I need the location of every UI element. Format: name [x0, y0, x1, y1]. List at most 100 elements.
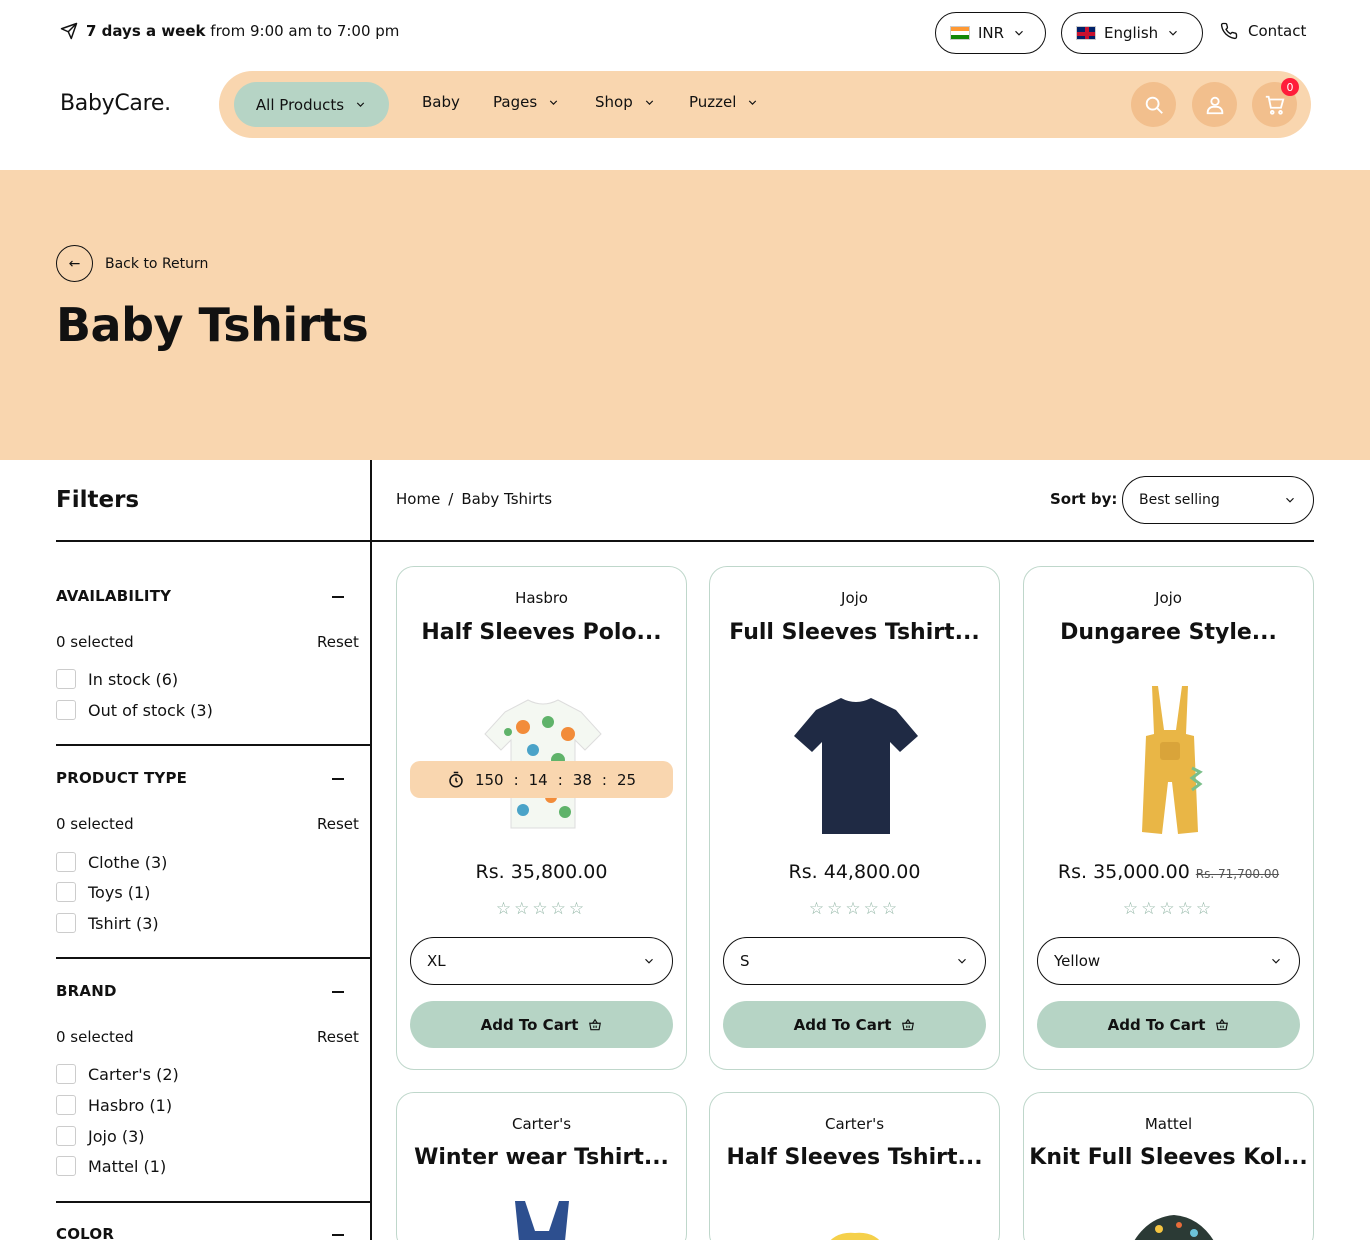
chevron-down-icon	[1169, 30, 1178, 36]
search-button[interactable]	[1131, 82, 1176, 127]
product-name[interactable]: Dungaree Style...	[1024, 620, 1313, 645]
filter-option-out-of-stock[interactable]: Out of stock (3)	[56, 700, 213, 720]
filter-option-toys[interactable]: Toys (1)	[56, 882, 150, 902]
divider	[56, 1201, 371, 1203]
variant-select[interactable]: XL	[410, 937, 673, 985]
option-label: Carter's (2)	[88, 1064, 179, 1084]
product-listing: Home / Baby Tshirts Sort by: Best sellin…	[371, 460, 1314, 1240]
collapse-icon[interactable]	[332, 778, 344, 780]
nav-item-shop[interactable]: Shop	[595, 93, 656, 111]
product-card[interactable]: Jojo Full Sleeves Tshirt... Rs. 44,800.0…	[709, 566, 1000, 1070]
option-label: Jojo (3)	[88, 1126, 145, 1146]
filter-reset-link[interactable]: Reset	[317, 815, 359, 833]
filter-option-in-stock[interactable]: In stock (6)	[56, 669, 178, 689]
divider	[56, 744, 371, 746]
product-brand: Carter's	[824, 1115, 885, 1133]
product-image-yellow-dungaree[interactable]	[1080, 672, 1260, 852]
product-card[interactable]: Carter's Half Sleeves Tshirt...	[709, 1092, 1000, 1240]
timer-sep: :	[601, 770, 607, 789]
product-card[interactable]: Jojo Dungaree Style... Rs. 35,000.00 Rs. …	[1023, 566, 1314, 1070]
product-card[interactable]: Carter's Winter wear Tshirt...	[396, 1092, 687, 1240]
checkbox[interactable]	[56, 882, 76, 902]
page-hero: ← Back to Return Baby Tshirts	[0, 170, 1370, 460]
product-image-navy-tshirt[interactable]	[766, 672, 946, 852]
sort-select[interactable]: Best selling	[1122, 476, 1314, 524]
language-selector[interactable]: English	[1061, 12, 1203, 54]
rating-stars: ☆☆☆☆☆	[1122, 899, 1215, 919]
product-price: Rs. 44,800.00	[710, 861, 999, 883]
checkbox[interactable]	[56, 852, 76, 872]
language-label: English	[1104, 24, 1159, 42]
checkbox[interactable]	[56, 669, 76, 689]
site-logo[interactable]: BabyCare.	[60, 91, 171, 116]
product-name[interactable]: Full Sleeves Tshirt...	[710, 620, 999, 645]
filter-option-mattel[interactable]: Mattel (1)	[56, 1156, 166, 1176]
filter-option-clothe[interactable]: Clothe (3)	[56, 852, 167, 872]
main-header: BabyCare. All Products Baby Pages Shop P…	[0, 64, 1370, 170]
product-image-denim-overall[interactable]	[507, 1201, 577, 1240]
contact-label: Contact	[1248, 22, 1307, 40]
add-to-cart-label: Add To Cart	[480, 1015, 579, 1034]
add-to-cart-button[interactable]: Add To Cart	[1037, 1001, 1300, 1048]
nav-puzzel-label: Puzzel	[689, 93, 737, 111]
checkbox[interactable]	[56, 1156, 76, 1176]
product-card[interactable]: Mattel Knit Full Sleeves Kol...	[1023, 1092, 1314, 1240]
filter-color-title: COLOR	[56, 1225, 115, 1240]
timer-sep: :	[513, 770, 519, 789]
divider	[371, 540, 1314, 542]
stopwatch-icon	[449, 771, 463, 787]
filter-product-type-title: PRODUCT TYPE	[56, 769, 188, 787]
sort-label: Sort by:	[1050, 490, 1118, 508]
checkbox[interactable]	[56, 1126, 76, 1146]
back-arrow-icon: ←	[56, 245, 93, 282]
nav-item-baby[interactable]: Baby	[422, 93, 460, 111]
filter-option-carters[interactable]: Carter's (2)	[56, 1064, 179, 1084]
chevron-down-icon	[1286, 497, 1294, 503]
product-name[interactable]: Winter wear Tshirt...	[397, 1145, 686, 1170]
option-label: Out of stock (3)	[88, 700, 213, 720]
main-nav: All Products Baby Pages Shop Puzzel 0	[219, 71, 1311, 138]
currency-selector[interactable]: INR	[935, 12, 1046, 54]
filter-reset-link[interactable]: Reset	[317, 633, 359, 651]
product-name[interactable]: Half Sleeves Tshirt...	[710, 1145, 999, 1170]
nav-item-pages[interactable]: Pages	[493, 93, 560, 111]
product-name[interactable]: Knit Full Sleeves Kol...	[1024, 1145, 1313, 1170]
back-link[interactable]: ← Back to Return	[56, 245, 208, 282]
cart-button[interactable]: 0	[1252, 78, 1299, 127]
variant-select[interactable]: S	[723, 937, 986, 985]
filter-option-hasbro[interactable]: Hasbro (1)	[56, 1095, 172, 1115]
breadcrumb-home[interactable]: Home	[396, 490, 440, 508]
filter-availability-title: AVAILABILITY	[56, 587, 172, 605]
checkbox[interactable]	[56, 1095, 76, 1115]
collapse-icon[interactable]	[332, 991, 344, 993]
all-products-button[interactable]: All Products	[234, 82, 389, 127]
add-to-cart-button[interactable]: Add To Cart	[723, 1001, 986, 1048]
india-flag-icon	[950, 26, 970, 40]
product-name[interactable]: Half Sleeves Polo...	[397, 620, 686, 645]
contact-link[interactable]: Contact	[1220, 22, 1306, 40]
filter-selected-count: 0 selected	[56, 1028, 134, 1046]
nav-item-puzzel[interactable]: Puzzel	[689, 93, 759, 111]
checkbox[interactable]	[56, 1064, 76, 1084]
account-button[interactable]	[1192, 82, 1237, 127]
option-label: In stock (6)	[88, 669, 179, 689]
product-image-yellow-tshirt[interactable]	[815, 1227, 895, 1240]
collapse-icon[interactable]	[332, 1234, 344, 1236]
filter-option-jojo[interactable]: Jojo (3)	[56, 1126, 145, 1146]
product-brand: Mattel	[1144, 1115, 1193, 1133]
product-card[interactable]: Hasbro Half Sleeves Polo... 150 : 14 : 3…	[396, 566, 687, 1070]
chevron-down-icon	[356, 102, 365, 107]
checkbox[interactable]	[56, 913, 76, 933]
filter-reset-link[interactable]: Reset	[317, 1028, 359, 1046]
filter-option-tshirt[interactable]: Tshirt (3)	[56, 913, 159, 933]
timer-days: 150	[474, 770, 504, 789]
collapse-icon[interactable]	[332, 596, 344, 598]
option-label: Clothe (3)	[88, 852, 168, 872]
add-to-cart-button[interactable]: Add To Cart	[410, 1001, 673, 1048]
user-icon	[1206, 96, 1223, 114]
add-to-cart-label: Add To Cart	[1107, 1015, 1206, 1034]
variant-select[interactable]: Yellow	[1037, 937, 1300, 985]
product-image-printed-kurta[interactable]	[1124, 1211, 1224, 1240]
checkbox[interactable]	[56, 700, 76, 720]
nav-shop-label: Shop	[595, 93, 633, 111]
